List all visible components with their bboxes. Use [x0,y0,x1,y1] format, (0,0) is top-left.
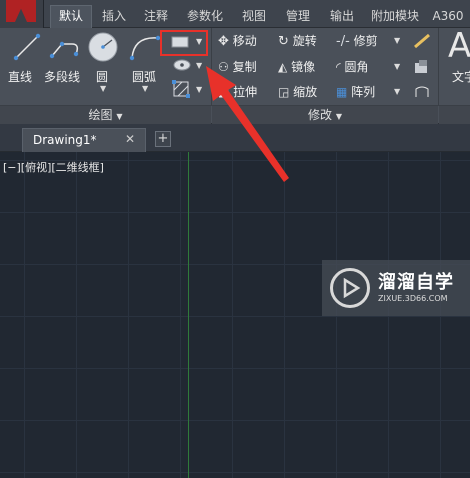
document-tab-title: Drawing1* [33,133,97,147]
autocad-logo-icon [6,0,36,22]
viewport-controls[interactable]: [−][俯视][二维线框] [3,159,104,175]
modify-panel-expand-icon: ▼ [335,112,342,121]
document-tab-drawing1[interactable]: Drawing1* ✕ [22,128,146,152]
tab-output[interactable]: 输出 [322,6,362,28]
fillet-tool-label: 圆角 [344,60,369,74]
application-menu-button[interactable] [0,0,44,28]
tab-annotate[interactable]: 注释 [136,6,176,28]
draw-panel-title: 绘图 [88,108,113,122]
tab-default[interactable]: 默认 [50,5,92,28]
stretch-tool[interactable]: ◧ 拉伸 [218,83,257,100]
trim-tool[interactable]: -/- 修剪 [336,32,378,49]
rotate-tool-label: 旋转 [292,34,317,48]
panel-separator [211,28,212,106]
rotate-icon: ↻ [278,34,289,49]
circle-dropdown-arrow-icon[interactable]: ▼ [100,84,106,93]
trim-dropdown-arrow-icon[interactable]: ▼ [394,36,400,45]
y-axis-line [188,152,189,478]
move-tool-label: 移动 [232,34,257,48]
annotation-panel-footer[interactable] [439,105,470,124]
array-tool-label: 阵列 [351,85,376,99]
hatch-icon[interactable] [172,80,190,98]
trim-tool-label: 修剪 [353,34,378,48]
new-tab-button[interactable]: + [155,131,171,147]
arc-icon[interactable] [128,32,162,62]
copy-tool[interactable]: ⚇ 复制 [218,58,257,75]
scale-icon: ◲ [278,85,290,99]
watermark-title: 溜溜自学 [378,272,454,293]
document-tab-bar: Drawing1* ✕ + [0,124,470,152]
mirror-tool-label: 镜像 [291,60,316,74]
mirror-icon: ◭ [278,60,288,74]
fillet-icon: ◜ [336,60,341,74]
draw-panel-footer[interactable]: 绘图 ▼ [0,105,211,124]
modify-panel-footer[interactable]: 修改 ▼ [212,105,438,124]
fillet-dropdown-arrow-icon[interactable]: ▼ [394,62,400,71]
arc-dropdown-arrow-icon[interactable]: ▼ [142,84,148,93]
ellipse-icon[interactable] [172,58,192,72]
draw-panel-expand-icon: ▼ [116,112,123,121]
circle-tool-label[interactable]: 圆 [96,68,108,85]
close-icon[interactable]: ✕ [125,132,135,146]
circle-icon[interactable] [86,30,120,64]
hatch-dropdown-arrow-icon[interactable]: ▼ [196,85,202,94]
ellipse-dropdown-arrow-icon[interactable]: ▼ [196,61,202,70]
tab-manage[interactable]: 管理 [278,6,318,28]
ribbon-panel: 直线 多段线 圆 ▼ 圆弧 ▼ ▼ ▼ ▼ 绘图 ▼ ✥ 移动 ↻ 旋转 -/-… [0,26,470,124]
move-tool[interactable]: ✥ 移动 [218,32,257,49]
scale-tool[interactable]: ◲ 缩放 [278,83,317,100]
modify-panel-title: 修改 [308,108,333,122]
array-icon: ▦ [336,85,348,99]
fillet-tool[interactable]: ◜ 圆角 [336,58,369,75]
array-dropdown-arrow-icon[interactable]: ▼ [394,87,400,96]
highlight-box [160,30,208,56]
mirror-tool[interactable]: ◭ 镜像 [278,58,315,75]
watermark-url: ZIXUE.3D66.COM [378,294,448,303]
arc-tool-label[interactable]: 圆弧 [132,68,156,85]
trim-icon: -/- [336,34,350,49]
text-tool-label[interactable]: 文字 [452,68,470,85]
polyline-tool-label[interactable]: 多段线 [44,68,80,85]
tab-addins[interactable]: 附加模块 [366,6,424,28]
watermark: 溜溜自学 ZIXUE.3D66.COM [322,260,470,316]
polyline-icon[interactable] [48,32,82,62]
erase-icon[interactable] [412,32,432,50]
move-icon: ✥ [218,34,229,49]
tab-insert[interactable]: 插入 [94,6,134,28]
copy-tool-label: 复制 [232,60,257,74]
play-logo-icon [330,268,370,308]
rotate-tool[interactable]: ↻ 旋转 [278,32,317,49]
line-icon[interactable] [12,32,42,62]
explode-icon[interactable] [412,58,432,76]
stretch-tool-label: 拉伸 [233,85,258,99]
text-tool-glyph[interactable]: A [448,26,470,66]
scale-tool-label: 缩放 [293,85,318,99]
line-tool-label[interactable]: 直线 [8,68,32,85]
offset-icon[interactable] [412,83,432,101]
tab-parametric[interactable]: 参数化 [180,6,230,28]
array-tool[interactable]: ▦ 阵列 [336,83,375,100]
tab-view[interactable]: 视图 [234,6,274,28]
panel-separator [438,28,439,106]
ribbon-tab-bar: 默认 插入 注释 参数化 视图 管理 输出 附加模块 A360 [44,0,470,28]
stretch-icon: ◧ [218,85,230,99]
tab-a360[interactable]: A360 [426,6,470,28]
copy-icon: ⚇ [218,60,229,74]
